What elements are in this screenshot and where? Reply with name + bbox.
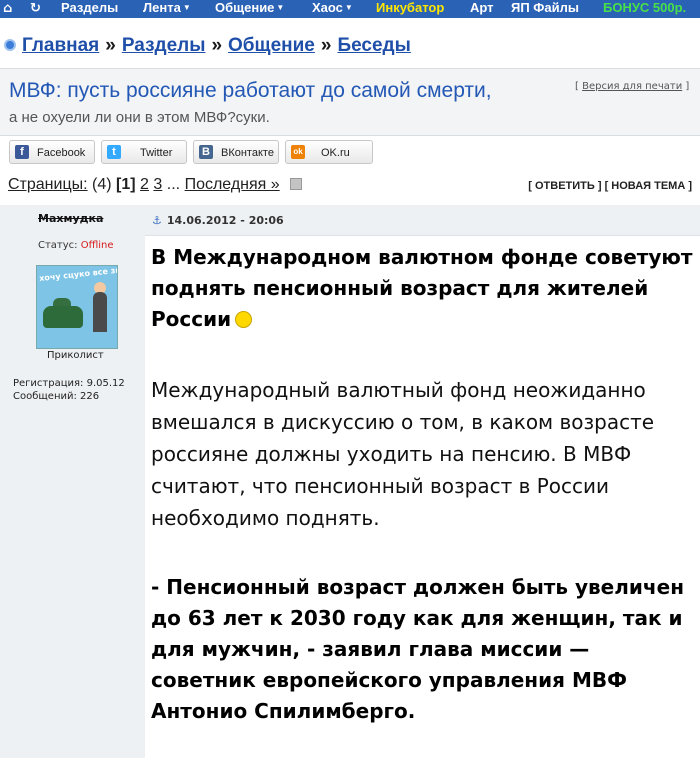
- dropdown-arrow-icon: ▼: [276, 3, 285, 12]
- breadcrumb-separator: »: [211, 35, 223, 56]
- nav-item-bonus[interactable]: БОНУС 500р.: [603, 0, 686, 16]
- share-ok-button[interactable]: ok OK.ru: [285, 140, 373, 164]
- breadcrumb-link-besedy[interactable]: Беседы: [337, 35, 410, 56]
- topic-actions: [ ОТВЕТИТЬ ] [ НОВАЯ ТЕМА ]: [528, 180, 692, 192]
- top-navigation-bar: ⌂ ↻ Разделы Лента ▼ Общение ▼ Хаос ▼ Инкуба…: [0, 0, 700, 18]
- share-label: ВКонтакте: [221, 147, 274, 159]
- pages-label[interactable]: Страницы:: [8, 176, 88, 193]
- author-status: Статус: Offline: [38, 240, 114, 251]
- author-stats: Регистрация: 9.05.12 Сообщений: 226: [13, 377, 125, 403]
- vk-icon: B: [199, 145, 213, 159]
- avatar: хочу сцуко все знать: [36, 265, 118, 349]
- breadcrumb: Главная» Разделы» Общение» Беседы: [4, 35, 411, 57]
- share-label: Facebook: [37, 147, 86, 159]
- tank-body: [43, 306, 83, 328]
- post-date: ⚓ 14.06.2012 - 20:06: [152, 214, 284, 227]
- post-paragraph: Международный валютный фонд неожиданно в…: [151, 378, 655, 530]
- registration-date: Регистрация: 9.05.12: [13, 378, 125, 389]
- post-date-text: 14.06.2012 - 20:06: [166, 214, 284, 227]
- post-heading-text: В Международном валютном фонде советуют …: [151, 245, 693, 331]
- nav-label: Хаос: [312, 0, 343, 15]
- current-page: [1]: [116, 176, 136, 193]
- breadcrumb-link-razdely[interactable]: Разделы: [122, 35, 206, 56]
- pages-count: (4): [92, 176, 112, 193]
- status-label: Статус:: [38, 240, 78, 251]
- pages-menu-icon[interactable]: [290, 178, 303, 190]
- new-topic-button[interactable]: НОВАЯ ТЕМА: [611, 180, 685, 192]
- nav-item-razdely[interactable]: Разделы: [61, 0, 118, 16]
- smiley-icon: [235, 311, 253, 328]
- print-version-label: Версия для печати: [582, 81, 683, 92]
- dropdown-arrow-icon: ▼: [344, 3, 353, 12]
- share-twitter-button[interactable]: t Twitter: [101, 140, 187, 164]
- page-link-3[interactable]: 3: [153, 176, 162, 193]
- odnoklassniki-icon: ok: [291, 145, 305, 159]
- author-rank: Приколист: [47, 350, 104, 361]
- nav-item-art[interactable]: Арт: [470, 0, 494, 16]
- pagination: Страницы: (4) [1] 2 3 ... Последняя »: [8, 176, 303, 194]
- breadcrumb-separator: »: [320, 35, 332, 56]
- last-page-link[interactable]: Последняя »: [185, 176, 280, 193]
- reply-button[interactable]: ОТВЕТИТЬ: [535, 180, 595, 192]
- twitter-icon: t: [107, 145, 121, 159]
- share-facebook-button[interactable]: f Facebook: [9, 140, 95, 164]
- nav-item-yap-files[interactable]: ЯП Файлы: [511, 0, 579, 16]
- nav-item-inkubator[interactable]: Инкубатор: [376, 0, 444, 16]
- refresh-icon[interactable]: ↻: [30, 1, 41, 16]
- breadcrumb-separator: »: [105, 35, 116, 56]
- dropdown-arrow-icon: ▼: [182, 3, 191, 12]
- page-link-2[interactable]: 2: [140, 176, 149, 193]
- status-value: Offline: [80, 240, 114, 251]
- nav-label: Лента: [143, 0, 181, 15]
- nav-label: Разделы: [61, 0, 119, 15]
- post-heading: В Международном валютном фонде советуют …: [151, 242, 696, 335]
- nav-item-obschenie[interactable]: Общение ▼: [215, 0, 284, 16]
- nav-item-haos[interactable]: Хаос ▼: [312, 0, 353, 16]
- home-icon[interactable]: ⌂: [3, 1, 12, 16]
- topic-header: МВФ: пусть россияне работают до самой см…: [0, 68, 700, 136]
- share-label: Twitter: [140, 147, 173, 159]
- post-quote: - Пенсионный возраст должен быть увеличе…: [151, 575, 685, 723]
- nav-label: Общение: [215, 0, 275, 15]
- figure-body: [93, 292, 107, 332]
- message-count: Сообщений: 226: [13, 391, 100, 402]
- topic-title: МВФ: пусть россияне работают до самой см…: [9, 79, 492, 102]
- facebook-icon: f: [15, 145, 29, 159]
- topic-subtitle: а не охуели ли они в этом МВФ?суки.: [9, 109, 270, 126]
- print-version-link[interactable]: [ Версия для печати ]: [575, 81, 689, 92]
- pages-ellipsis: ...: [166, 176, 181, 193]
- breadcrumb-link-home[interactable]: Главная: [22, 35, 99, 56]
- author-name[interactable]: Махмудка: [38, 212, 103, 225]
- breadcrumb-link-obschenie[interactable]: Общение: [228, 35, 315, 56]
- share-vk-button[interactable]: B ВКонтакте: [193, 140, 279, 164]
- nav-item-lenta[interactable]: Лента ▼: [143, 0, 191, 16]
- breadcrumb-bullet-icon: [4, 39, 16, 51]
- anchor-icon[interactable]: ⚓: [152, 214, 162, 227]
- share-label: OK.ru: [321, 147, 350, 159]
- avatar-caption: хочу сцуко все знать: [38, 265, 118, 284]
